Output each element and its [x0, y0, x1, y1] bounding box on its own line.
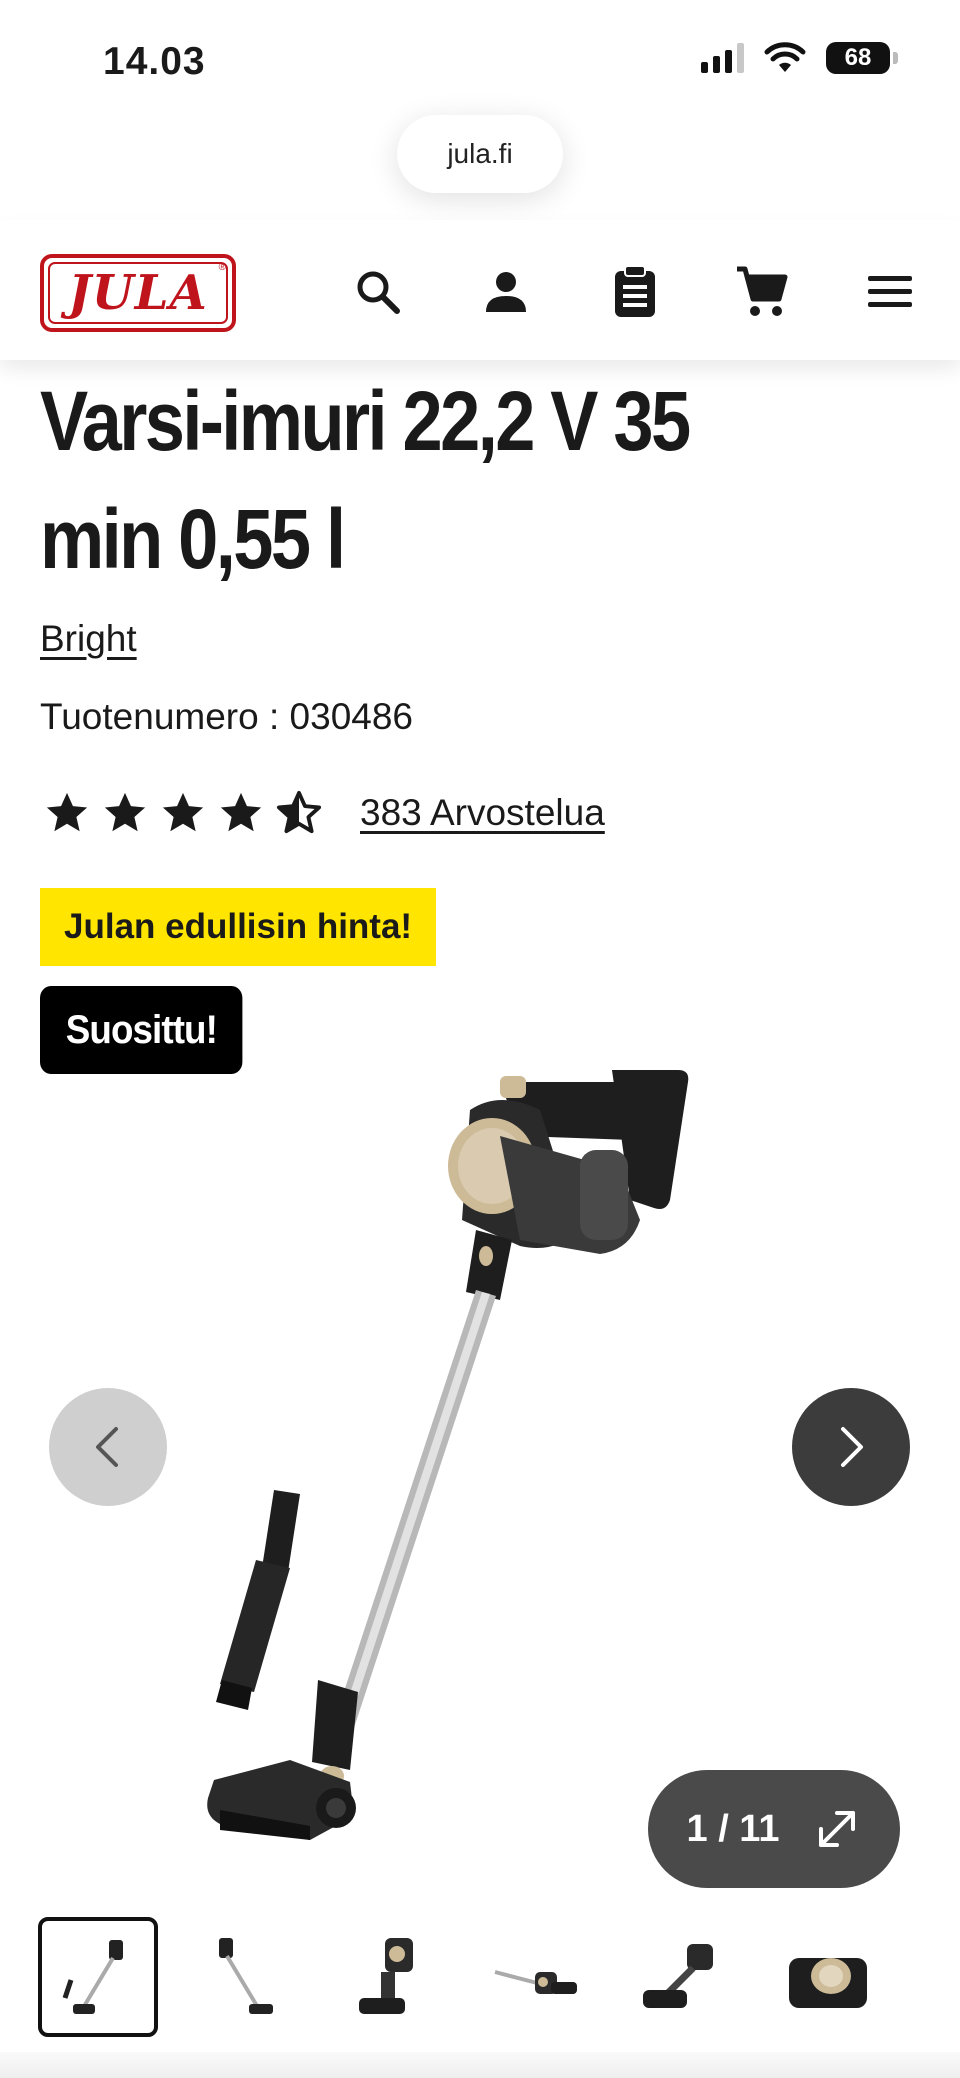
chevron-left-icon — [96, 1427, 118, 1467]
thumbnail-image — [62, 1940, 123, 2014]
thumbnail-5[interactable] — [622, 1917, 742, 2037]
thumbnail-2[interactable] — [184, 1917, 304, 2037]
shopping-list-icon[interactable] — [605, 262, 665, 322]
status-bar: 14.03 68 — [0, 0, 960, 110]
thumbnail-1[interactable] — [38, 1917, 158, 2037]
status-time: 14.03 — [103, 40, 206, 83]
thumbnail-6[interactable] — [768, 1917, 888, 2037]
logo-text: JULA — [68, 265, 208, 321]
site-header: JULA ® — [0, 220, 960, 360]
thumbnail-image — [789, 1958, 867, 2008]
star-icon — [162, 792, 204, 832]
thumbnail-image — [494, 1970, 577, 1994]
brand-link[interactable]: Bright — [40, 618, 137, 660]
account-icon[interactable] — [476, 262, 536, 322]
product-image — [207, 1070, 689, 1840]
product-number-value: 030486 — [289, 696, 414, 737]
status-icons: 68 — [701, 42, 898, 74]
expand-icon — [819, 1811, 856, 1847]
reviews-link[interactable]: 383 Arvostelua — [360, 792, 605, 834]
address-bar[interactable]: jula.fi — [397, 115, 563, 193]
menu-icon[interactable] — [860, 262, 920, 322]
next-image-button[interactable] — [792, 1388, 910, 1506]
thumbnail-3[interactable] — [330, 1917, 450, 2037]
url-text: jula.fi — [447, 138, 513, 169]
logo-registered-mark: ® — [218, 262, 226, 273]
product-number: Tuotenumero : 030486 — [40, 696, 413, 738]
thumbnail-image — [359, 1938, 413, 2014]
battery-icon: 68 — [826, 42, 898, 74]
thumbnail-image — [643, 1944, 713, 2008]
cellular-signal-icon — [701, 43, 744, 73]
cart-icon[interactable] — [732, 262, 792, 322]
jula-logo[interactable]: JULA ® — [40, 254, 236, 332]
product-gallery[interactable]: 1 / 11 — [0, 1040, 960, 1888]
product-number-label: Tuotenumero : — [40, 696, 280, 737]
rating: 383 Arvostelua — [44, 790, 605, 836]
search-icon[interactable] — [348, 262, 408, 322]
chevron-right-icon — [841, 1427, 863, 1467]
previous-image-button[interactable] — [49, 1388, 167, 1506]
thumbnail-image — [219, 1938, 273, 2014]
thumbnail-strip[interactable] — [38, 1917, 908, 2037]
image-counter: 1 / 11 — [686, 1807, 780, 1850]
lowest-price-badge: Julan edullisin hinta! — [40, 888, 437, 966]
star-icon — [104, 792, 146, 832]
rating-stars — [44, 790, 322, 836]
product-title: Varsi-imuri 22,2 V 35 min 0,55 l — [40, 374, 691, 586]
thumbnail-4[interactable] — [476, 1917, 596, 2037]
half-star-icon — [276, 790, 322, 834]
image-counter-fullscreen-button[interactable]: 1 / 11 — [648, 1770, 900, 1888]
star-icon — [220, 792, 262, 832]
wifi-icon — [764, 42, 806, 72]
star-icon — [46, 792, 88, 832]
bottom-edge — [0, 2052, 960, 2078]
